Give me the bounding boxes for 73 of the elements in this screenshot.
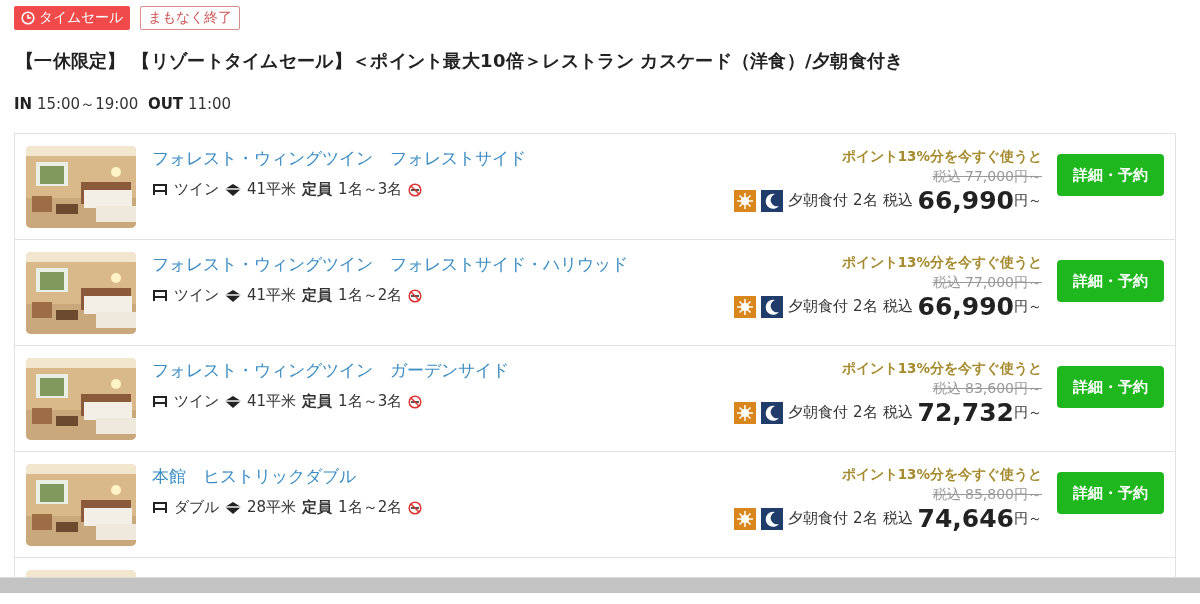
sale-badge: まもなく終了 (140, 6, 240, 30)
capacity-value: 1名～3名 (338, 180, 403, 199)
room-area: 41平米 (247, 180, 297, 199)
capacity-value: 1名～2名 (338, 498, 403, 517)
bed-icon (152, 501, 168, 514)
price-suffix: 円～ (1014, 403, 1042, 422)
reserve-button[interactable]: 詳細・予約 (1057, 154, 1164, 196)
meal-plan: 夕朝食付 2名 (788, 191, 878, 210)
capacity-label: 定員 (302, 392, 333, 411)
meal-plan: 夕朝食付 2名 (788, 403, 878, 422)
moon-icon (761, 401, 784, 424)
original-price: 税込 77,000円～ (932, 168, 1042, 186)
meal-plan: 夕朝食付 2名 (788, 297, 878, 316)
floor-area-icon (225, 395, 241, 408)
points-note: ポイント13%分を今すぐ使うと (841, 254, 1042, 272)
capacity-label: 定員 (302, 286, 333, 305)
capacity-value: 1名～3名 (338, 392, 403, 411)
horizontal-scrollbar[interactable] (0, 577, 1200, 593)
reserve-button[interactable]: 詳細・予約 (1057, 366, 1164, 408)
capacity-value: 1名～2名 (338, 286, 403, 305)
checkout-time: 11:00 (187, 95, 232, 113)
bed-type: ツイン (174, 286, 219, 305)
tax-label: 税込 (882, 191, 913, 210)
room-area: 41平米 (247, 392, 297, 411)
points-note: ポイント13%分を今すぐ使うと (841, 466, 1042, 484)
sun-icon (734, 295, 757, 318)
tax-label: 税込 (882, 403, 913, 422)
price: 74,646 (917, 504, 1014, 533)
bed-type: ツイン (174, 180, 219, 199)
moon-icon (761, 189, 784, 212)
capacity-label: 定員 (302, 180, 333, 199)
original-price: 税込 83,600円～ (932, 380, 1042, 398)
moon-icon (761, 295, 784, 318)
bed-icon (152, 289, 168, 302)
sun-icon (734, 507, 757, 530)
original-price: 税込 85,800円～ (932, 486, 1042, 504)
bed-type: ダブル (174, 498, 219, 517)
points-note: ポイント13%分を今すぐ使うと (841, 148, 1042, 166)
room-name-link[interactable]: フォレスト・ウィングツイン ガーデンサイド (152, 359, 509, 382)
sale-badge: タイムセール (14, 6, 130, 30)
floor-area-icon (225, 501, 241, 514)
price: 66,990 (917, 186, 1014, 215)
floor-area-icon (225, 183, 241, 196)
points-note: ポイント13%分を今すぐ使うと (841, 360, 1042, 378)
original-price: 税込 77,000円～ (932, 274, 1042, 292)
price-suffix: 円～ (1014, 297, 1042, 316)
price: 66,990 (917, 292, 1014, 321)
checkin-time: 15:00～19:00 (36, 95, 139, 113)
room-name-link[interactable]: 本館 ヒストリックダブル (152, 465, 356, 488)
tax-label: 税込 (882, 297, 913, 316)
reserve-button[interactable]: 詳細・予約 (1057, 472, 1164, 514)
bed-type: ツイン (174, 392, 219, 411)
moon-icon (761, 507, 784, 530)
clock-icon (21, 11, 35, 25)
floor-area-icon (225, 289, 241, 302)
bed-icon (152, 183, 168, 196)
plan-title: 【一休限定】 【リゾートタイムセール】＜ポイント最大10倍＞レストラン カスケード（洋食）/夕朝食付き (16, 49, 905, 73)
room-area: 41平米 (247, 286, 297, 305)
price-suffix: 円～ (1014, 191, 1042, 210)
price-suffix: 円～ (1014, 509, 1042, 528)
bed-icon (152, 395, 168, 408)
sun-icon (734, 401, 757, 424)
checkout-label: OUT (147, 95, 184, 113)
checkin-label: IN (14, 95, 33, 113)
price: 72,732 (917, 398, 1014, 427)
tax-label: 税込 (882, 509, 913, 528)
reserve-button[interactable]: 詳細・予約 (1057, 260, 1164, 302)
meal-plan: 夕朝食付 2名 (788, 509, 878, 528)
capacity-label: 定員 (302, 498, 333, 517)
room-name-link[interactable]: フォレスト・ウィングツイン フォレストサイド・ハリウッド (152, 253, 628, 276)
room-name-link[interactable]: フォレスト・ウィングツイン フォレストサイド (152, 147, 526, 170)
sun-icon (734, 189, 757, 212)
room-area: 28平米 (247, 498, 297, 517)
